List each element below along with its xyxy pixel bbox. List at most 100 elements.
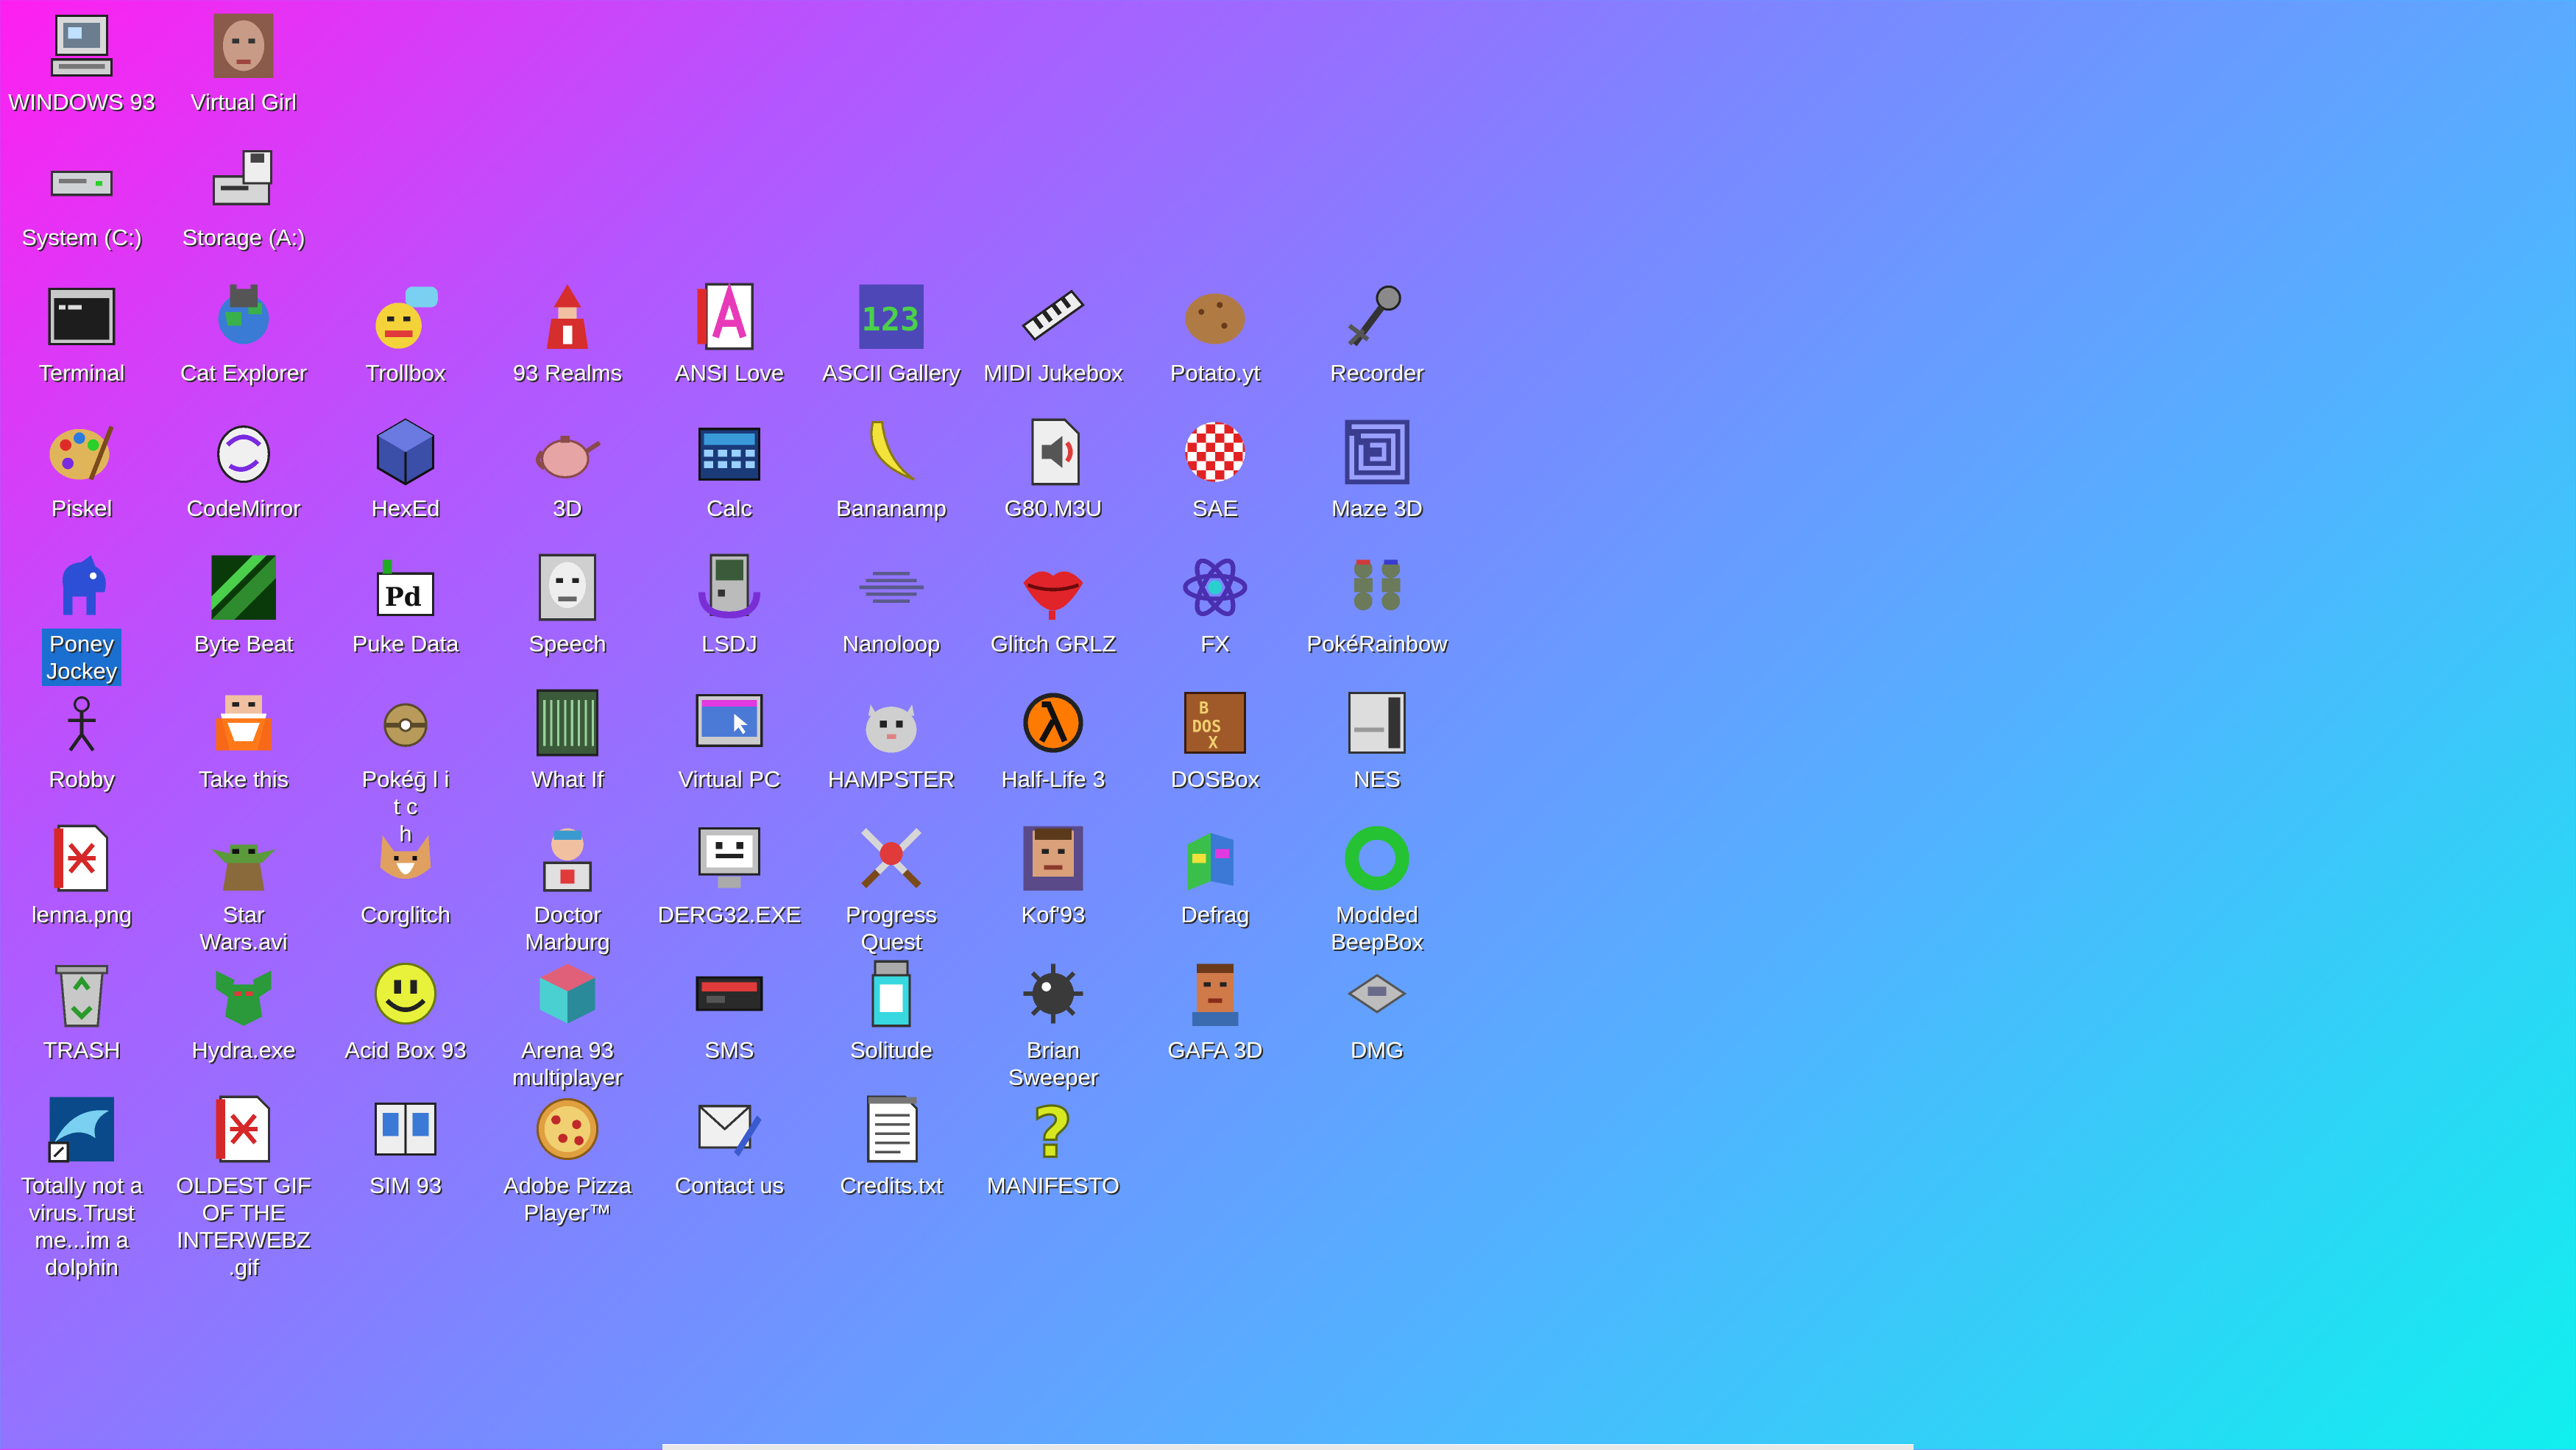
desktop-icon-potato[interactable]: Potato.yt — [1135, 274, 1295, 409]
desktop-icon-label: Defrag — [1181, 902, 1250, 927]
desktop-icon-virtual-pc[interactable]: Virtual PC — [649, 680, 810, 816]
text-file-icon — [854, 1092, 928, 1166]
desktop-icon-label: Glitch GRLZ — [990, 631, 1117, 657]
desktop-icon-contact[interactable]: Contact us — [649, 1086, 810, 1222]
audio-file-icon — [1016, 415, 1090, 489]
desktop-icon-mage[interactable]: 93 Realms — [487, 274, 648, 409]
desktop-icon-checker-ball[interactable]: SAE — [1135, 409, 1295, 545]
desktop-icon-fighter-portrait[interactable]: Kof'93 — [973, 816, 1133, 951]
desktop-icon-dmg-cartridge[interactable]: DMG — [1297, 951, 1457, 1086]
desktop-icon-audio-file[interactable]: G80.M3U — [973, 409, 1133, 545]
desktop-icon-hard-drive[interactable]: System (C:) — [1, 138, 162, 274]
desktop-icon-nes-console[interactable]: NES — [1297, 680, 1457, 816]
desktop-icon-lambda[interactable]: Half-Life 3 — [973, 680, 1133, 816]
calculator-icon — [693, 415, 766, 489]
desktop-icon-label: G80.M3U — [1004, 495, 1103, 521]
hamster-icon — [854, 686, 928, 760]
desktop-icon-label: Credits.txt — [840, 1173, 943, 1198]
desktop-icon-computer[interactable]: WINDOWS 93 — [1, 3, 162, 138]
desktop-icon-label: ASCII Gallery — [822, 360, 960, 386]
desktop-icon-label: Maze 3D — [1331, 495, 1423, 521]
desktop-icon-mine[interactable]: Brian Sweeper — [973, 951, 1133, 1090]
desktop-icon-what-if[interactable]: What If — [487, 680, 648, 816]
desktop-icon-paint-palette[interactable]: Piskel — [1, 409, 162, 545]
question-mark-icon: ? — [1016, 1092, 1090, 1166]
face-photo-icon — [207, 9, 280, 82]
desktop-icon-atom[interactable]: FX — [1135, 545, 1295, 680]
teapot-icon — [531, 415, 604, 489]
desktop-icon-defrag[interactable]: Defrag — [1135, 816, 1295, 951]
desktop-icon-banana[interactable]: Bananamp — [811, 409, 972, 545]
desktop-icon-glitch-pokeball[interactable]: Pokéḡ l i t c h — [325, 680, 486, 846]
speech-face-icon — [531, 551, 604, 624]
desktop-icon-label: Cat Explorer — [180, 360, 308, 386]
desktop-icon-recycle-bin[interactable]: TRASH — [1, 951, 162, 1086]
desktop-icon-dolphin[interactable]: Totally not a virus.Trust me...im a dolp… — [1, 1086, 162, 1280]
desktop-icon-microphone[interactable]: Recorder — [1297, 274, 1457, 409]
desktop-icon-question-mark[interactable]: ? MANIFESTO — [973, 1086, 1133, 1222]
desktop-icon-smiley[interactable]: Acid Box 93 — [325, 951, 486, 1086]
desktop-icon-solitude[interactable]: Solitude — [811, 951, 972, 1086]
desktop-icon-hex-cube[interactable]: HexEd — [325, 409, 486, 545]
crossed-swords-icon — [854, 821, 928, 895]
desktop-icon-byte-beat[interactable]: Byte Beat — [163, 545, 324, 680]
desktop-icon-hamster[interactable]: HAMPSTER — [811, 680, 972, 816]
desktop-icon-hydra[interactable]: Hydra.exe — [163, 951, 324, 1086]
desktop-icon-pony[interactable]: Poney Jockey — [1, 545, 162, 686]
desktop-icon-terminal[interactable]: Terminal — [1, 274, 162, 409]
desktop-icon-yoda[interactable]: Star Wars.avi — [163, 816, 324, 955]
desktop-icon-nanoloop[interactable]: Nanoloop — [811, 545, 972, 680]
solitude-icon — [854, 957, 928, 1030]
pony-icon — [45, 551, 118, 624]
desktop-icon-label: Trollbox — [365, 360, 446, 386]
svg-text:B: B — [1199, 700, 1209, 718]
desktop-icon-pd[interactable]: Pd Puke Data — [325, 545, 486, 680]
lambda-icon — [1016, 686, 1090, 760]
desktop-icon-label: Virtual PC — [678, 766, 781, 792]
desktop-icon-speech-face[interactable]: Speech — [487, 545, 648, 680]
desktop-icon-monitor-face[interactable]: DERG32.EXE — [649, 816, 810, 951]
desktop-icon-dosbox[interactable]: B DOS X DOSBox — [1135, 680, 1295, 816]
desktop-icon-lips[interactable]: Glitch GRLZ — [973, 545, 1133, 680]
desktop-icon-old-man[interactable]: Take this — [163, 680, 324, 816]
desktop-icon-ring[interactable]: Modded BeepBox — [1297, 816, 1457, 955]
desktop-icon-text-file[interactable]: Credits.txt — [811, 1086, 972, 1222]
paint-palette-icon — [45, 415, 118, 489]
desktop-icon-maze[interactable]: Maze 3D — [1297, 409, 1457, 545]
desktop-icon-sms-console[interactable]: SMS — [649, 951, 810, 1086]
desktop-icon-globe-cat[interactable]: Cat Explorer — [163, 274, 324, 409]
desktop-icon-cube[interactable]: Arena 93 multiplayer — [487, 951, 648, 1090]
desktop-icon-pizza[interactable]: Adobe Pizza Player™ — [487, 1086, 648, 1226]
desktop-icon-label: Recorder — [1330, 360, 1424, 386]
desktop-icon-trainers[interactable]: PokéRainbow — [1297, 545, 1457, 680]
desktop-icon-label: Storage (A:) — [182, 224, 305, 250]
old-man-icon — [207, 686, 280, 760]
piano-icon — [1016, 280, 1090, 353]
desktop-icon-codemirror[interactable]: CodeMirror — [163, 409, 324, 545]
desktop-icon-label: Acid Box 93 — [344, 1037, 467, 1063]
desktop[interactable]: WINDOWS 93 Virtual Girl System (C:) Storage… — [0, 0, 2576, 1449]
desktop-icon-label: Contact us — [674, 1173, 785, 1198]
desktop-icon-gafa-face[interactable]: GAFA 3D — [1135, 951, 1295, 1086]
desktop-icon-teapot[interactable]: 3D — [487, 409, 648, 545]
desktop-icon-image-file[interactable]: OLDEST GIF OF THE INTERWEBZ .gif — [163, 1086, 324, 1280]
desktop-icon-label: PokéRainbow — [1306, 631, 1448, 657]
desktop-icon-label: MIDI Jukebox — [983, 360, 1123, 386]
desktop-icon-doctor[interactable]: Doctor Marburg — [487, 816, 648, 955]
desktop-icon-label: Bananamp — [836, 495, 946, 521]
desktop-icon-corgi[interactable]: Corglitch — [325, 816, 486, 951]
desktop-icon-ascii-numbers[interactable]: 123 ASCII Gallery — [811, 274, 972, 409]
desktop-icon-label: Solitude — [849, 1037, 933, 1063]
desktop-icon-crossed-swords[interactable]: Progress Quest — [811, 816, 972, 955]
desktop-icon-gameboy[interactable]: LSDJ — [649, 545, 810, 680]
mine-icon — [1016, 957, 1090, 1030]
desktop-icon-image-file[interactable]: lenna.png — [1, 816, 162, 951]
desktop-icon-stick-figure[interactable]: Robby — [1, 680, 162, 816]
desktop-icon-floppy-drive[interactable]: Storage (A:) — [163, 138, 324, 274]
desktop-icon-calculator[interactable]: Calc — [649, 409, 810, 545]
desktop-icon-face-photo[interactable]: Virtual Girl — [163, 3, 324, 138]
desktop-icon-troll-chat[interactable]: Trollbox — [325, 274, 486, 409]
desktop-icon-sim-book[interactable]: SIM 93 — [325, 1086, 486, 1222]
desktop-icon-ansi-letter[interactable]: ANSI Love — [649, 274, 810, 409]
desktop-icon-piano[interactable]: MIDI Jukebox — [973, 274, 1133, 409]
